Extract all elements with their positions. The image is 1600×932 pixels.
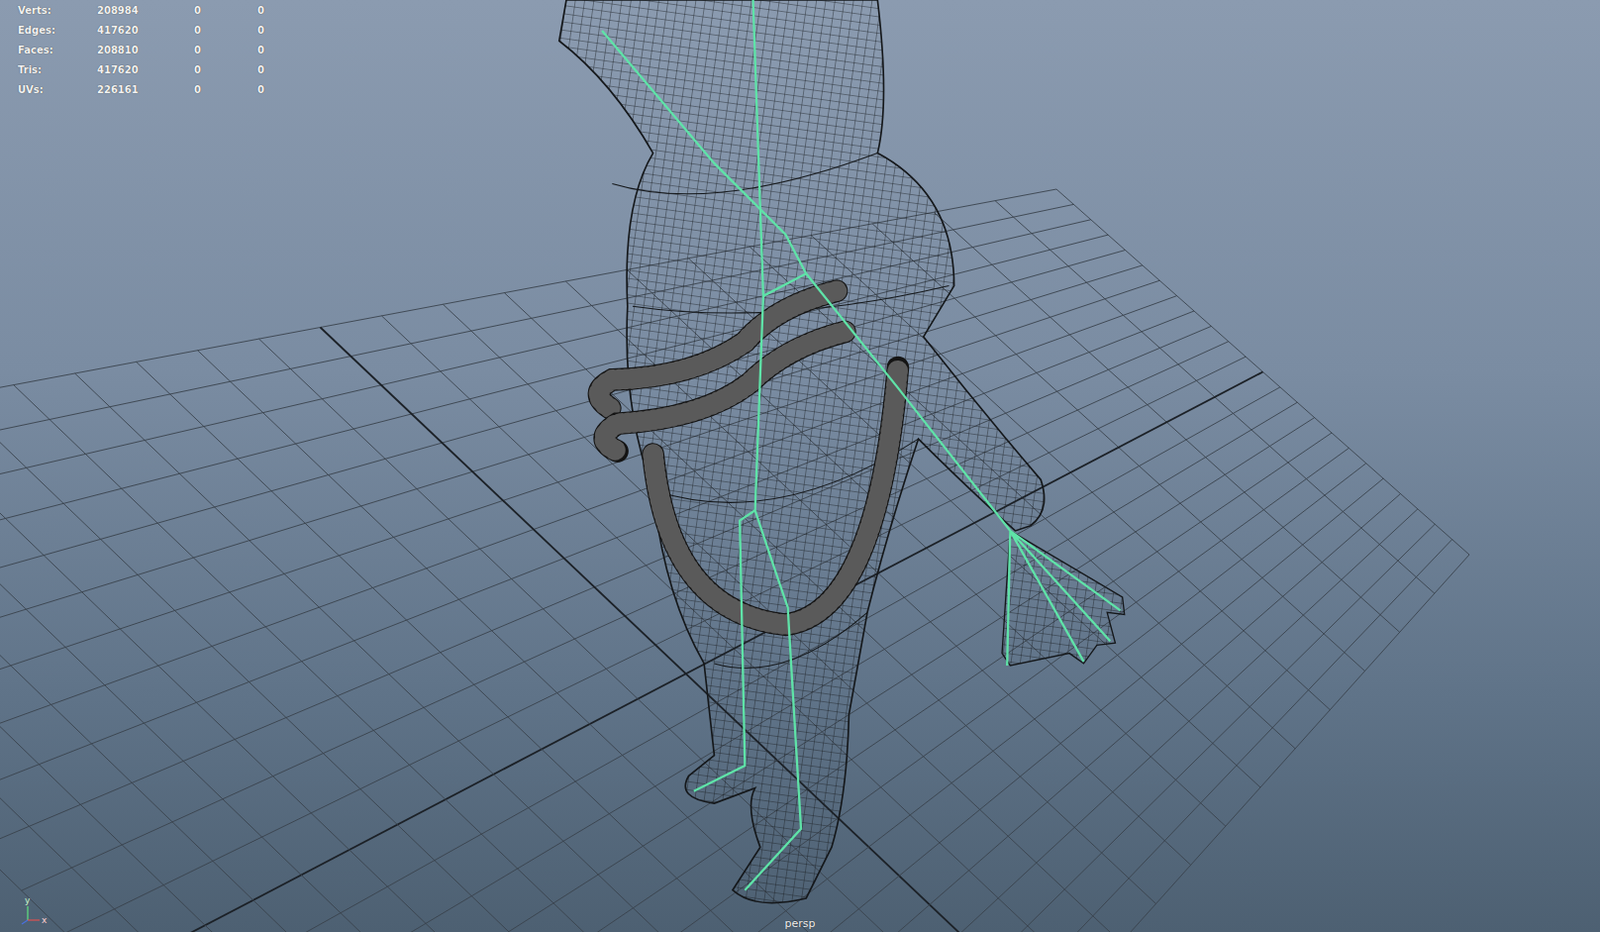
heads-up-display: Verts:20898400Edges:41762000Faces:208810… bbox=[17, 0, 298, 100]
hud-value: 417620 bbox=[97, 20, 195, 40]
hud-value: 0 bbox=[194, 40, 258, 60]
hud-value: 0 bbox=[257, 20, 298, 40]
character-wireframe[interactable] bbox=[559, 0, 1125, 903]
hud-value: 0 bbox=[257, 40, 298, 60]
scene-canvas[interactable] bbox=[0, 0, 1600, 932]
hud-label: UVs: bbox=[17, 80, 98, 100]
hud-value: 0 bbox=[257, 80, 298, 100]
hud-value: 0 bbox=[194, 60, 258, 80]
hud-value: 208984 bbox=[97, 0, 195, 20]
grid-line bbox=[502, 508, 1418, 932]
hud-label: Verts: bbox=[17, 0, 98, 20]
grid-line bbox=[414, 478, 1384, 932]
perspective-viewport[interactable]: Verts:20898400Edges:41762000Faces:208810… bbox=[0, 0, 1600, 932]
grid-line bbox=[0, 430, 739, 932]
hud-label: Faces: bbox=[17, 40, 98, 60]
grid-line bbox=[0, 465, 634, 932]
hud-value: 0 bbox=[194, 80, 258, 100]
hud-value: 417620 bbox=[97, 60, 195, 80]
hud-label: Tris: bbox=[17, 60, 98, 80]
hud-label: Edges: bbox=[17, 20, 98, 40]
hud-value: 0 bbox=[257, 0, 298, 20]
grid-line bbox=[0, 442, 703, 932]
skeleton-joints[interactable] bbox=[601, 0, 1121, 891]
hud-value: 226161 bbox=[97, 80, 195, 100]
grid-line bbox=[0, 453, 669, 932]
camera-label: persp bbox=[785, 916, 816, 930]
tube-strap bbox=[599, 291, 899, 625]
grid-line bbox=[458, 494, 1400, 932]
axis-indicator-icon: yx bbox=[11, 894, 52, 926]
axis-label: y bbox=[24, 895, 30, 905]
hud-value: 0 bbox=[194, 20, 258, 40]
hud-value: 0 bbox=[257, 60, 298, 80]
hud-value: 0 bbox=[194, 0, 258, 20]
grid-line bbox=[0, 296, 1178, 764]
hud-value: 208810 bbox=[97, 40, 195, 60]
axis-label: x bbox=[41, 914, 47, 925]
